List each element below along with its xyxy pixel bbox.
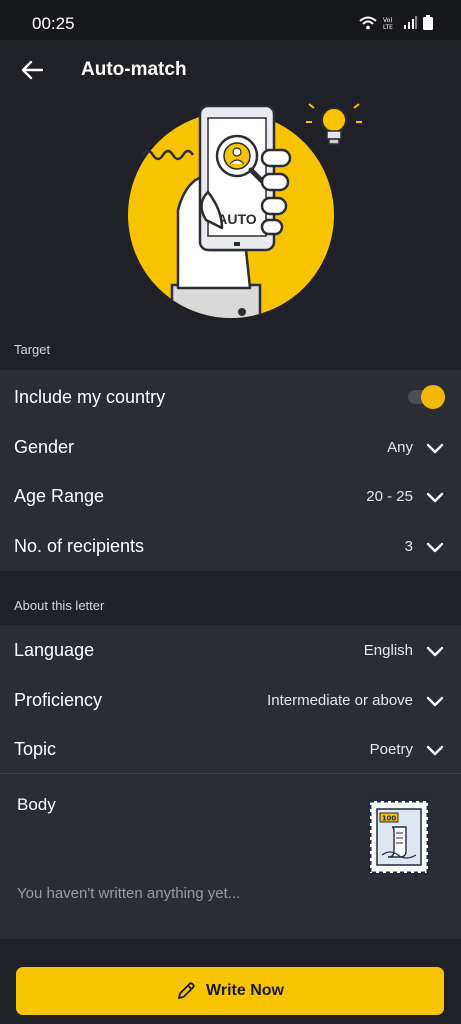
- age-range-row[interactable]: Age Range 20 - 25: [0, 471, 461, 521]
- lightbulb-icon: [306, 103, 362, 145]
- target-panel: Include my country Gender Any Age Range …: [0, 370, 461, 571]
- row-label: Gender: [14, 437, 75, 457]
- about-panel: Language English Proficiency Intermediat…: [0, 625, 461, 939]
- topic-row[interactable]: Topic Poetry: [0, 724, 461, 774]
- stamp-icon[interactable]: 100: [368, 799, 430, 875]
- chevron-down-icon: [426, 696, 444, 707]
- toggle-thumb: [421, 385, 445, 409]
- section-header-about: About this letter: [14, 598, 105, 613]
- gender-value: Any: [387, 439, 413, 456]
- body-area[interactable]: Body 100 You haven't written anything ye…: [0, 775, 461, 939]
- pencil-icon: [178, 982, 195, 999]
- arrow-left-icon: [21, 60, 43, 80]
- row-label: Age Range: [14, 486, 105, 506]
- signal-icon: [404, 15, 417, 29]
- language-row[interactable]: Language English: [0, 625, 461, 675]
- row-label: Topic: [14, 739, 57, 759]
- chevron-down-icon: [426, 745, 444, 756]
- include-country-row[interactable]: Include my country: [0, 372, 461, 422]
- status-icons: Vo) LTE: [359, 15, 433, 30]
- chevron-down-icon: [426, 443, 444, 454]
- body-label: Body: [17, 795, 56, 814]
- svg-text:Vo): Vo): [383, 17, 393, 24]
- auto-match-illustration: AUTO: [128, 103, 362, 318]
- proficiency-value: Intermediate or above: [267, 692, 413, 709]
- chevron-down-icon: [426, 646, 444, 657]
- battery-icon: [423, 15, 433, 30]
- back-button[interactable]: [16, 54, 48, 86]
- row-label: Include my country: [14, 387, 166, 407]
- language-value: English: [363, 642, 413, 659]
- write-now-button[interactable]: Write Now: [16, 967, 444, 1015]
- proficiency-row[interactable]: Proficiency Intermediate or above: [0, 675, 461, 725]
- recipients-row[interactable]: No. of recipients 3: [0, 521, 461, 571]
- chevron-down-icon: [426, 492, 444, 503]
- phone-auto-text: AUTO: [217, 211, 257, 227]
- include-country-toggle[interactable]: [408, 385, 445, 409]
- chevron-down-icon: [426, 542, 444, 553]
- row-label: Language: [14, 640, 95, 660]
- page-title: Auto-match: [81, 59, 187, 80]
- status-bar: 00:25 Vo) LTE: [0, 0, 461, 40]
- row-label: No. of recipients: [14, 536, 145, 556]
- stamp-text: 100: [382, 815, 397, 823]
- section-header-target: Target: [14, 342, 51, 357]
- write-now-label: Write Now: [206, 982, 284, 999]
- topic-value: Poetry: [369, 741, 413, 758]
- age-range-value: 20 - 25: [366, 488, 413, 505]
- gender-row[interactable]: Gender Any: [0, 422, 461, 472]
- divider: [0, 773, 461, 774]
- app-bar: Auto-match: [0, 40, 461, 100]
- body-placeholder: You haven't written anything yet...: [17, 885, 241, 902]
- hero-illustration: AUTO: [0, 100, 461, 328]
- volte-icon: Vo) LTE: [383, 17, 393, 30]
- wifi-icon: [359, 16, 377, 29]
- svg-text:LTE: LTE: [383, 24, 393, 30]
- status-time: 00:25: [32, 14, 75, 33]
- recipients-value: 3: [404, 538, 413, 555]
- row-label: Proficiency: [14, 690, 103, 710]
